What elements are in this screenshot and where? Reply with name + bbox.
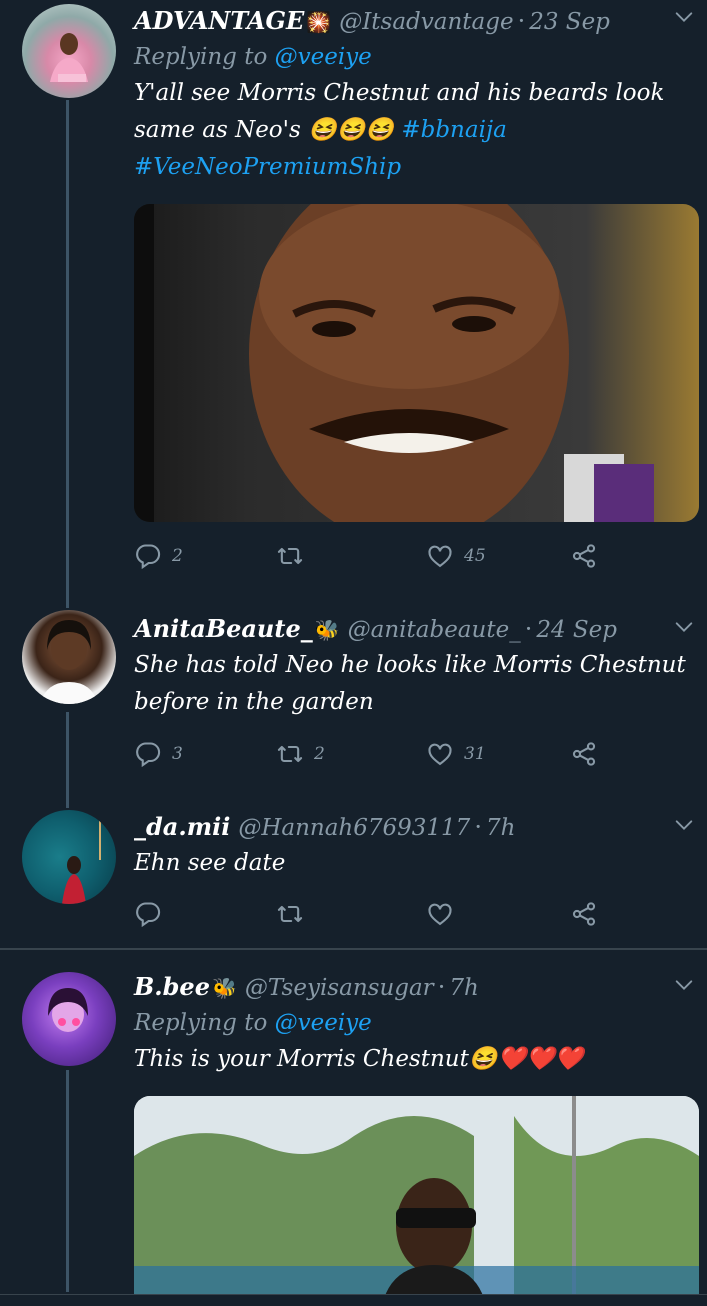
hashtag[interactable]: #VeeNeoPremiumShip [134, 149, 699, 186]
replying-label: Replying to [134, 1010, 268, 1036]
chevron-down-icon[interactable] [673, 974, 695, 996]
like-icon [426, 740, 454, 768]
tweet[interactable]: B.bee 🐝 @Tseyisansugar · 7h Replying to … [0, 966, 707, 1305]
emoji: 😆❤️❤️❤️ [468, 1046, 584, 1072]
like-button[interactable]: 31 [426, 740, 486, 768]
retweet-icon [276, 740, 304, 768]
retweet-icon [276, 900, 304, 928]
chevron-down-icon[interactable] [673, 616, 695, 638]
handle[interactable]: @Itsadvantage [339, 5, 513, 39]
name-emoji: 🐝 [314, 618, 340, 642]
text-line: She has told Neo he looks like Morris Ch… [134, 652, 686, 678]
tweet-image[interactable] [134, 1096, 699, 1305]
like-button[interactable] [426, 900, 464, 928]
emoji: 😆😆😆 [308, 117, 395, 143]
reply-icon [134, 740, 162, 768]
retweet-button[interactable]: 2 [276, 740, 325, 768]
avatar[interactable] [22, 972, 116, 1066]
bottom-bar [0, 1294, 707, 1306]
separator: · [524, 615, 533, 643]
handle[interactable]: @anitabeaute_ [348, 613, 521, 647]
tweet[interactable]: ADVANTAGE 🎇 @Itsadvantage · 23 Sep Reply… [0, 0, 707, 600]
tweet[interactable]: _da.mii @Hannah67693117 · 7h Ehn see dat… [0, 806, 707, 946]
separator: · [437, 973, 446, 1001]
reply-button[interactable]: 2 [134, 542, 183, 570]
display-name[interactable]: ADVANTAGE [134, 4, 304, 38]
like-count: 31 [464, 744, 486, 764]
reply-count: 3 [172, 744, 183, 764]
name-emoji: 🐝 [211, 976, 237, 1000]
display-name[interactable]: B.bee [134, 970, 210, 1004]
replying-handle[interactable]: @veeiye [275, 1010, 372, 1036]
chevron-down-icon[interactable] [673, 814, 695, 836]
like-icon [426, 542, 454, 570]
reply-icon [134, 900, 162, 928]
handle[interactable]: @Hannah67693117 [238, 811, 470, 845]
tweet-text: She has told Neo he looks like Morris Ch… [134, 647, 699, 721]
divider [0, 948, 707, 950]
avatar[interactable] [22, 610, 116, 704]
tweet-text: Ehn see date [134, 845, 699, 882]
avatar[interactable] [22, 810, 116, 904]
tweet-text: This is your Morris Chestnut😆❤️❤️❤️ [134, 1041, 699, 1078]
text-line: before in the garden [134, 689, 374, 715]
text-line: Y'all see Morris Chestnut and his beards… [134, 80, 665, 106]
share-button[interactable] [570, 900, 598, 928]
reply-button[interactable] [134, 900, 172, 928]
name-emoji: 🎇 [306, 10, 332, 34]
retweet-icon [276, 542, 304, 570]
separator: · [474, 813, 482, 841]
text-line: Ehn see date [134, 850, 286, 876]
replying-handle[interactable]: @veeiye [275, 44, 372, 70]
avatar[interactable] [22, 4, 116, 98]
replying-label: Replying to [134, 44, 268, 70]
timestamp[interactable]: 7h [449, 971, 478, 1005]
replying-to: Replying to @veeiye [134, 39, 699, 75]
replying-to: Replying to @veeiye [134, 1005, 699, 1041]
retweet-button[interactable] [276, 900, 314, 928]
tweet[interactable]: AnitaBeaute_ 🐝 @anitabeaute_ · 24 Sep Sh… [0, 606, 707, 806]
retweet-button[interactable] [276, 542, 314, 570]
reply-button[interactable]: 3 [134, 740, 183, 768]
display-name[interactable]: AnitaBeaute_ [134, 612, 313, 646]
share-icon [570, 740, 598, 768]
text-line: This is your Morris Chestnut [134, 1046, 469, 1072]
like-count: 45 [464, 546, 486, 566]
display-name[interactable]: _da.mii [134, 810, 230, 844]
tweet-text: Y'all see Morris Chestnut and his beards… [134, 75, 699, 186]
retweet-count: 2 [314, 744, 325, 764]
chevron-down-icon[interactable] [673, 6, 695, 28]
timestamp[interactable]: 24 Sep [536, 613, 617, 647]
timestamp[interactable]: 23 Sep [529, 5, 610, 39]
reply-icon [134, 542, 162, 570]
share-icon [570, 900, 598, 928]
timestamp[interactable]: 7h [486, 811, 515, 845]
hashtag[interactable]: #bbnaija [401, 117, 506, 143]
handle[interactable]: @Tseyisansugar [245, 971, 434, 1005]
share-button[interactable] [570, 542, 598, 570]
tweet-image[interactable] [134, 204, 699, 522]
reply-count: 2 [172, 546, 183, 566]
share-icon [570, 542, 598, 570]
share-button[interactable] [570, 740, 598, 768]
separator: · [517, 7, 526, 35]
like-icon [426, 900, 454, 928]
like-button[interactable]: 45 [426, 542, 486, 570]
text-line: same as Neo's [134, 117, 301, 143]
